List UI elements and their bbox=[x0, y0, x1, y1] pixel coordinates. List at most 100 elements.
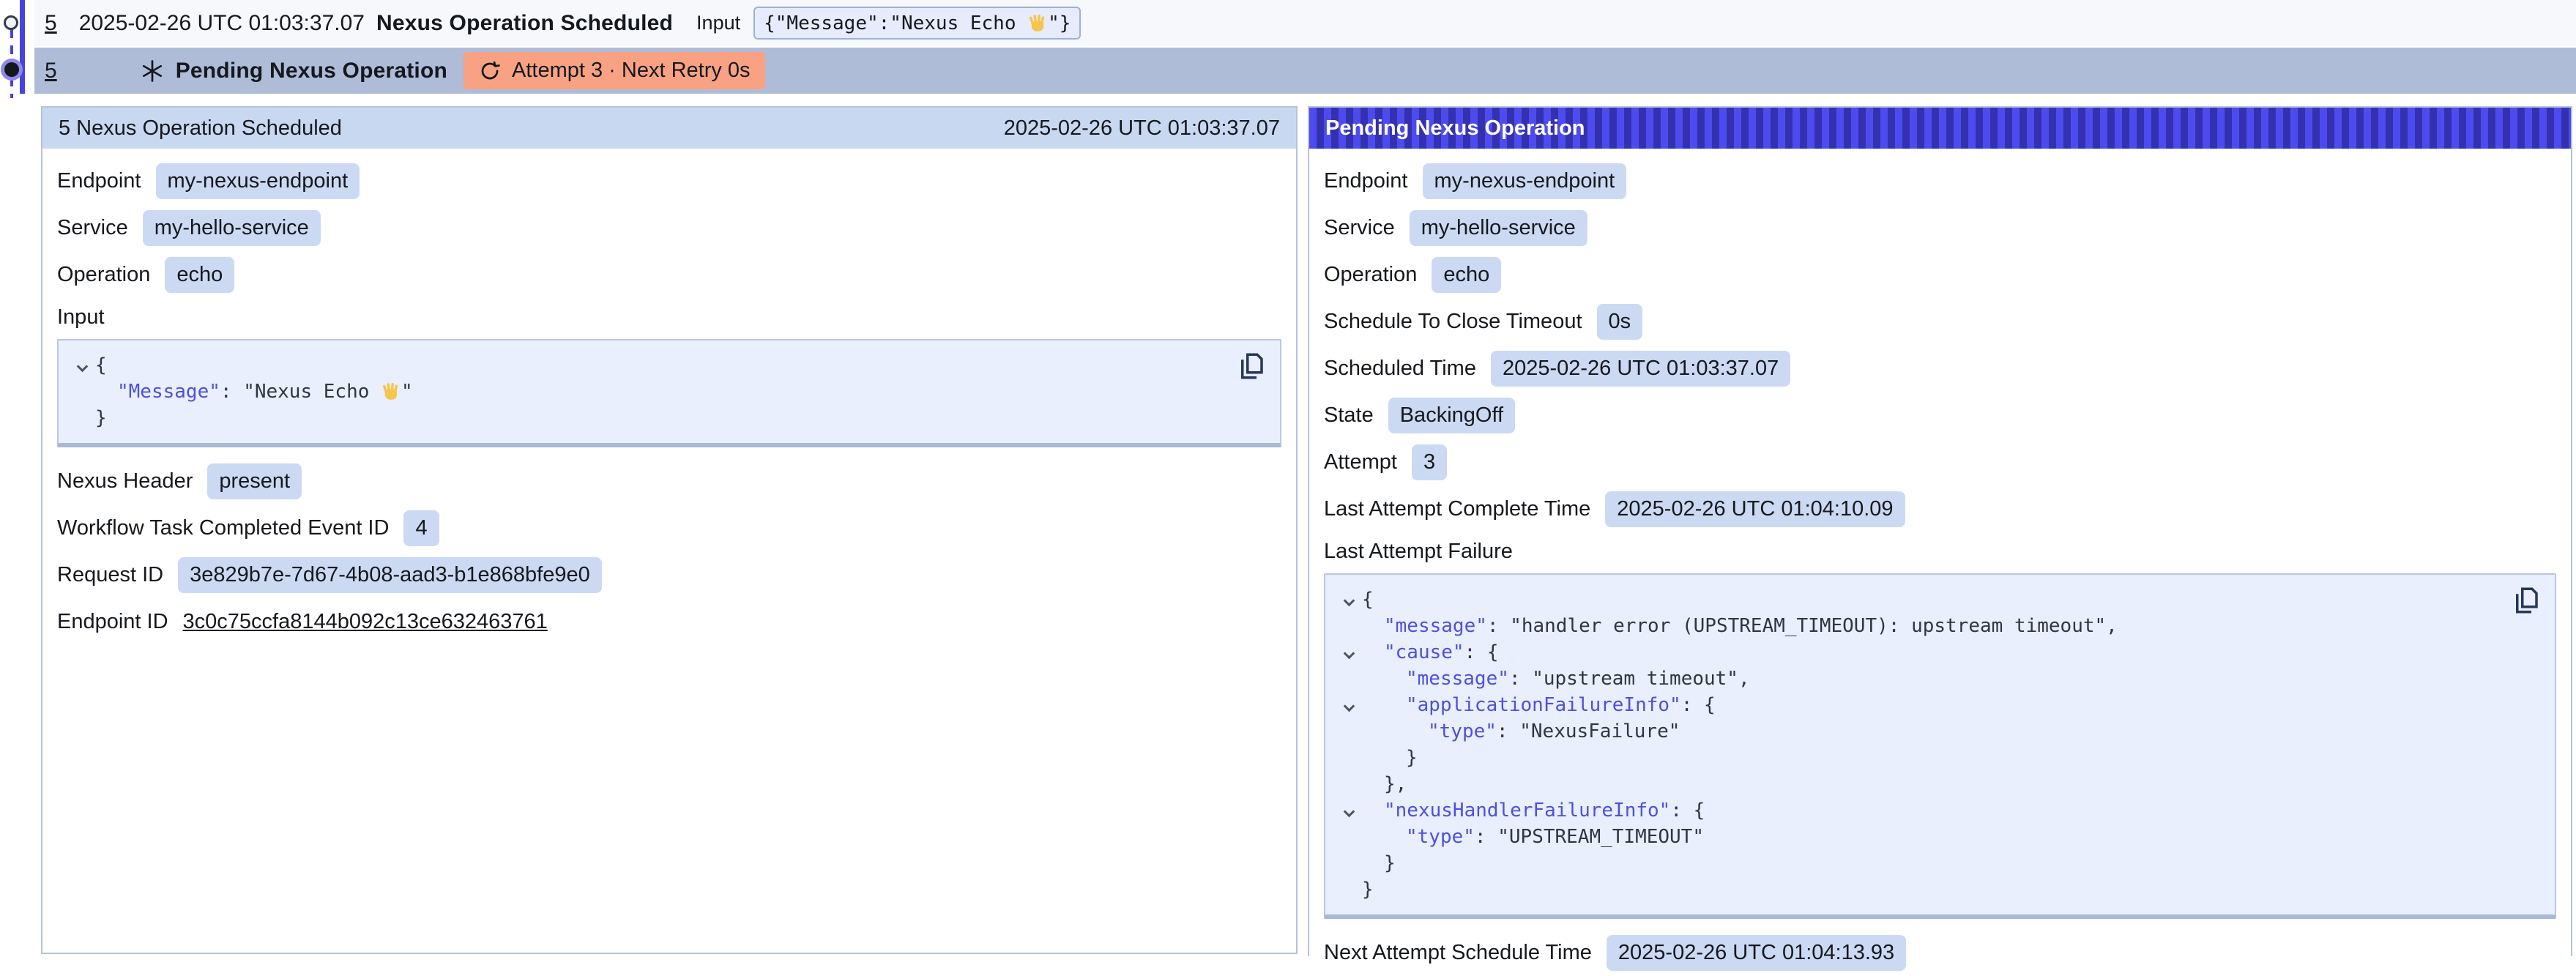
code-line: { bbox=[69, 352, 1229, 379]
failure-json-block: {"message": "handler error (UPSTREAM_TIM… bbox=[1324, 573, 2556, 919]
field-label: State bbox=[1324, 403, 1374, 428]
field-row: Workflow Task Completed Event ID 4 bbox=[57, 504, 1281, 551]
collapse-caret-icon[interactable] bbox=[1343, 806, 1355, 818]
code-line-content: } bbox=[1362, 850, 1396, 876]
field-label: Scheduled Time bbox=[1324, 357, 1476, 381]
json-text: } bbox=[1406, 747, 1418, 769]
field-value-chip: BackingOff bbox=[1388, 398, 1515, 433]
field-row: Attempt 3 bbox=[1324, 439, 2556, 485]
field-row: Service my-hello-service bbox=[1324, 204, 2556, 251]
input-json-block: {"Message": "Nexus Echo "} bbox=[57, 339, 1281, 447]
code-line-content: "cause": { bbox=[1362, 639, 1499, 666]
field-value-chip: 0s bbox=[1597, 304, 1643, 340]
right-panel-body: Endpoint my-nexus-endpoint Service my-he… bbox=[1309, 149, 2571, 976]
endpoint-id-link[interactable]: 3c0c75ccfa8144b092c13ce632463761 bbox=[183, 610, 548, 634]
field-label: Operation bbox=[57, 263, 150, 287]
code-line: { bbox=[1336, 586, 2504, 613]
field-label: Endpoint bbox=[1324, 169, 1408, 193]
code-line-content: "Message": "Nexus Echo " bbox=[95, 379, 413, 405]
code-gutter bbox=[69, 405, 95, 415]
field-value-chip: echo bbox=[165, 257, 234, 293]
json-key: "type" bbox=[1406, 826, 1475, 848]
field-value-chip: echo bbox=[1432, 257, 1501, 293]
event-id-link[interactable]: 5 bbox=[45, 11, 57, 36]
field-row: State BackingOff bbox=[1324, 392, 2556, 439]
code-line: } bbox=[1336, 876, 2504, 903]
code-gutter bbox=[1336, 745, 1362, 755]
left-panel-body: Endpoint my-nexus-endpoint Service my-he… bbox=[42, 149, 1296, 645]
field-value-chip: 4 bbox=[403, 510, 439, 546]
json-key: "message" bbox=[1384, 615, 1487, 637]
code-line: "cause": { bbox=[1336, 639, 2504, 666]
json-key: "Message" bbox=[117, 381, 220, 403]
json-key: "type" bbox=[1428, 720, 1497, 742]
field-label: Last Attempt Complete Time bbox=[1324, 497, 1590, 521]
code-gutter bbox=[1336, 639, 1362, 658]
field-value-chip: present bbox=[207, 463, 302, 499]
field-label: Schedule To Close Timeout bbox=[1324, 310, 1582, 334]
field-row: Operation echo bbox=[1324, 251, 2556, 298]
field-label: Next Attempt Schedule Time bbox=[1324, 941, 1592, 965]
code-line-content: }, bbox=[1362, 771, 1407, 797]
input-section-label-row: Input bbox=[57, 298, 1281, 336]
code-line: }, bbox=[1336, 771, 2504, 797]
json-text: : "upstream timeout", bbox=[1509, 668, 1750, 690]
field-label: Endpoint bbox=[57, 169, 141, 193]
code-line-content: "applicationFailureInfo": { bbox=[1362, 692, 1716, 718]
event-row-pending-nexus-operation[interactable]: 5 Pending Nexus Operation Attempt 3 · Ne… bbox=[34, 48, 2576, 94]
json-text: : "handler error (UPSTREAM_TIMEOUT): ups… bbox=[1487, 615, 2118, 637]
retry-badge: Attempt 3 · Next Retry 0s bbox=[464, 52, 765, 89]
code-line-content: } bbox=[1362, 876, 1374, 903]
field-value-chip: 2025-02-26 UTC 01:04:13.93 bbox=[1607, 935, 1906, 971]
failure-section-label-row: Last Attempt Failure bbox=[1324, 532, 2556, 570]
field-label: Attempt bbox=[1324, 450, 1397, 474]
code-gutter bbox=[1336, 692, 1362, 710]
event-input-label: Input bbox=[696, 12, 740, 34]
panel-nexus-operation-scheduled: 5 Nexus Operation Scheduled 2025-02-26 U… bbox=[41, 106, 1298, 954]
json-key: "message" bbox=[1406, 668, 1509, 690]
panel-pending-nexus-operation: Pending Nexus Operation Endpoint my-nexu… bbox=[1308, 106, 2572, 956]
code-gutter bbox=[1336, 666, 1362, 676]
code-line: "type": "UPSTREAM_TIMEOUT" bbox=[1336, 824, 2504, 850]
code-line: } bbox=[69, 405, 1229, 431]
field-value-chip: my-nexus-endpoint bbox=[1423, 163, 1627, 199]
code-line: "nexusHandlerFailureInfo": { bbox=[1336, 797, 2504, 824]
json-text: : "Nexus Echo " bbox=[220, 381, 413, 403]
json-text: : { bbox=[1681, 694, 1716, 716]
field-row: Nexus Header present bbox=[57, 458, 1281, 504]
collapse-caret-icon[interactable] bbox=[1343, 701, 1355, 712]
event-row-nexus-operation-scheduled[interactable]: 5 2025-02-26 UTC 01:03:37.07 Nexus Opera… bbox=[34, 0, 2576, 46]
field-row: Service my-hello-service bbox=[57, 204, 1281, 251]
right-panel-header: Pending Nexus Operation bbox=[1309, 108, 2571, 149]
event-input-preview-chip: {"Message":"Nexus Echo "} bbox=[753, 7, 1081, 40]
field-value-chip: my-hello-service bbox=[143, 210, 321, 246]
code-line: "message": "handler error (UPSTREAM_TIME… bbox=[1336, 613, 2504, 639]
field-label: Nexus Header bbox=[57, 469, 193, 493]
field-label: Endpoint ID bbox=[57, 610, 168, 634]
copy-icon[interactable] bbox=[1236, 351, 1267, 381]
left-panel-header: 5 Nexus Operation Scheduled 2025-02-26 U… bbox=[42, 108, 1296, 149]
retry-badge-label: Attempt 3 · Next Retry 0s bbox=[512, 59, 751, 83]
collapse-caret-icon[interactable] bbox=[1343, 595, 1355, 607]
json-text: : { bbox=[1670, 800, 1705, 822]
field-label: Service bbox=[1324, 216, 1395, 240]
event-timestamp: 2025-02-26 UTC 01:03:37.07 bbox=[79, 11, 365, 36]
code-gutter bbox=[1336, 797, 1362, 816]
copy-icon[interactable] bbox=[2511, 585, 2542, 616]
code-line-content: "message": "upstream timeout", bbox=[1362, 666, 1750, 692]
collapse-caret-icon[interactable] bbox=[76, 361, 88, 373]
field-row: Last Attempt Complete Time 2025-02-26 UT… bbox=[1324, 485, 2556, 532]
collapse-caret-icon[interactable] bbox=[1343, 648, 1355, 660]
left-panel-timestamp: 2025-02-26 UTC 01:03:37.07 bbox=[1004, 116, 1280, 141]
code-line-content: } bbox=[1362, 745, 1418, 771]
code-line-content: "message": "handler error (UPSTREAM_TIME… bbox=[1362, 613, 2118, 639]
left-panel-title: 5 Nexus Operation Scheduled bbox=[59, 116, 342, 141]
json-text: } bbox=[1362, 879, 1374, 901]
event-id-link[interactable]: 5 bbox=[45, 59, 57, 83]
field-row: Endpoint my-nexus-endpoint bbox=[57, 157, 1281, 204]
code-gutter bbox=[1336, 824, 1362, 834]
code-line-content: } bbox=[95, 405, 107, 431]
field-row: Scheduled Time 2025-02-26 UTC 01:03:37.0… bbox=[1324, 345, 2556, 392]
field-value-chip: 3 bbox=[1412, 444, 1447, 480]
json-text: } bbox=[95, 407, 107, 429]
